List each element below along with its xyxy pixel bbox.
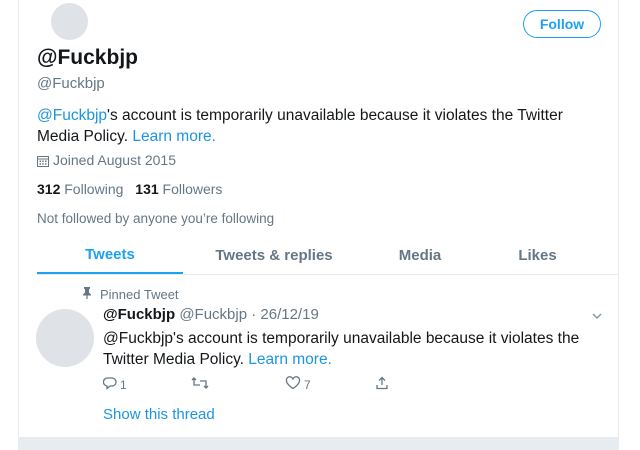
share-action[interactable] [375,376,389,393]
pinned-label: Pinned Tweet [100,287,179,302]
calendar-icon [37,154,49,167]
chevron-down-icon[interactable] [590,309,604,323]
timeline-divider [19,437,618,450]
tab-tweets[interactable]: Tweets [37,236,183,274]
share-icon [375,376,389,393]
pin-icon [82,287,92,302]
reply-action[interactable]: 1 [102,376,127,393]
tab-tweets-replies[interactable]: Tweets & replies [183,236,365,274]
followers-label: Followers [162,181,223,197]
pinned-indicator: Pinned Tweet [82,287,179,302]
followers-stat[interactable]: 131 Followers [135,181,222,197]
account-notice: @Fuckbjp's account is temporarily unavai… [37,105,597,147]
tab-media[interactable]: Media [365,236,475,274]
notice-text: 's account is temporarily unavailable be… [37,107,563,145]
profile-handle: @Fuckbjp [37,75,105,92]
joined-date: Joined August 2015 [37,152,176,168]
show-thread-link[interactable]: Show this thread [103,406,215,423]
notice-handle-link[interactable]: @Fuckbjp [37,107,107,124]
profile-display-name: @Fuckbjp [37,46,138,69]
follow-button[interactable]: Follow [523,10,601,38]
reply-icon [102,376,117,393]
like-count: 7 [304,377,311,392]
tweet-learn-more-link[interactable]: Learn more. [248,351,332,368]
tab-likes[interactable]: Likes [475,236,600,274]
tweet-body: @Fuckbjp's account is temporarily unavai… [103,330,580,368]
not-followed-notice: Not followed by anyone you’re following [37,211,275,226]
retweet-icon [191,376,209,393]
follow-stats: 312 Following 131 Followers [37,181,230,197]
following-stat[interactable]: 312 Following [37,181,123,197]
tweet-handle-date[interactable]: @Fuckbjp · 26/12/19 [179,306,318,323]
retweet-action[interactable] [191,376,212,393]
tweet-text: @Fuckbjp's account is temporarily unavai… [103,328,603,370]
learn-more-link[interactable]: Learn more. [132,128,216,145]
like-action[interactable]: 7 [285,376,311,393]
reply-count: 1 [120,377,127,392]
profile-tabs: Tweets Tweets & replies Media Likes [37,236,619,275]
tweet-header: @Fuckbjp @Fuckbjp · 26/12/19 [103,306,319,323]
tweet-actions: 1 7 [102,376,403,396]
profile-avatar[interactable] [51,3,88,40]
joined-text: Joined August 2015 [53,152,176,168]
following-label: Following [64,181,124,197]
tweet-avatar[interactable] [36,309,94,367]
following-count: 312 [37,181,61,197]
tweet-author-name[interactable]: @Fuckbjp [103,306,175,323]
like-icon [285,376,301,393]
followers-count: 131 [135,181,159,197]
